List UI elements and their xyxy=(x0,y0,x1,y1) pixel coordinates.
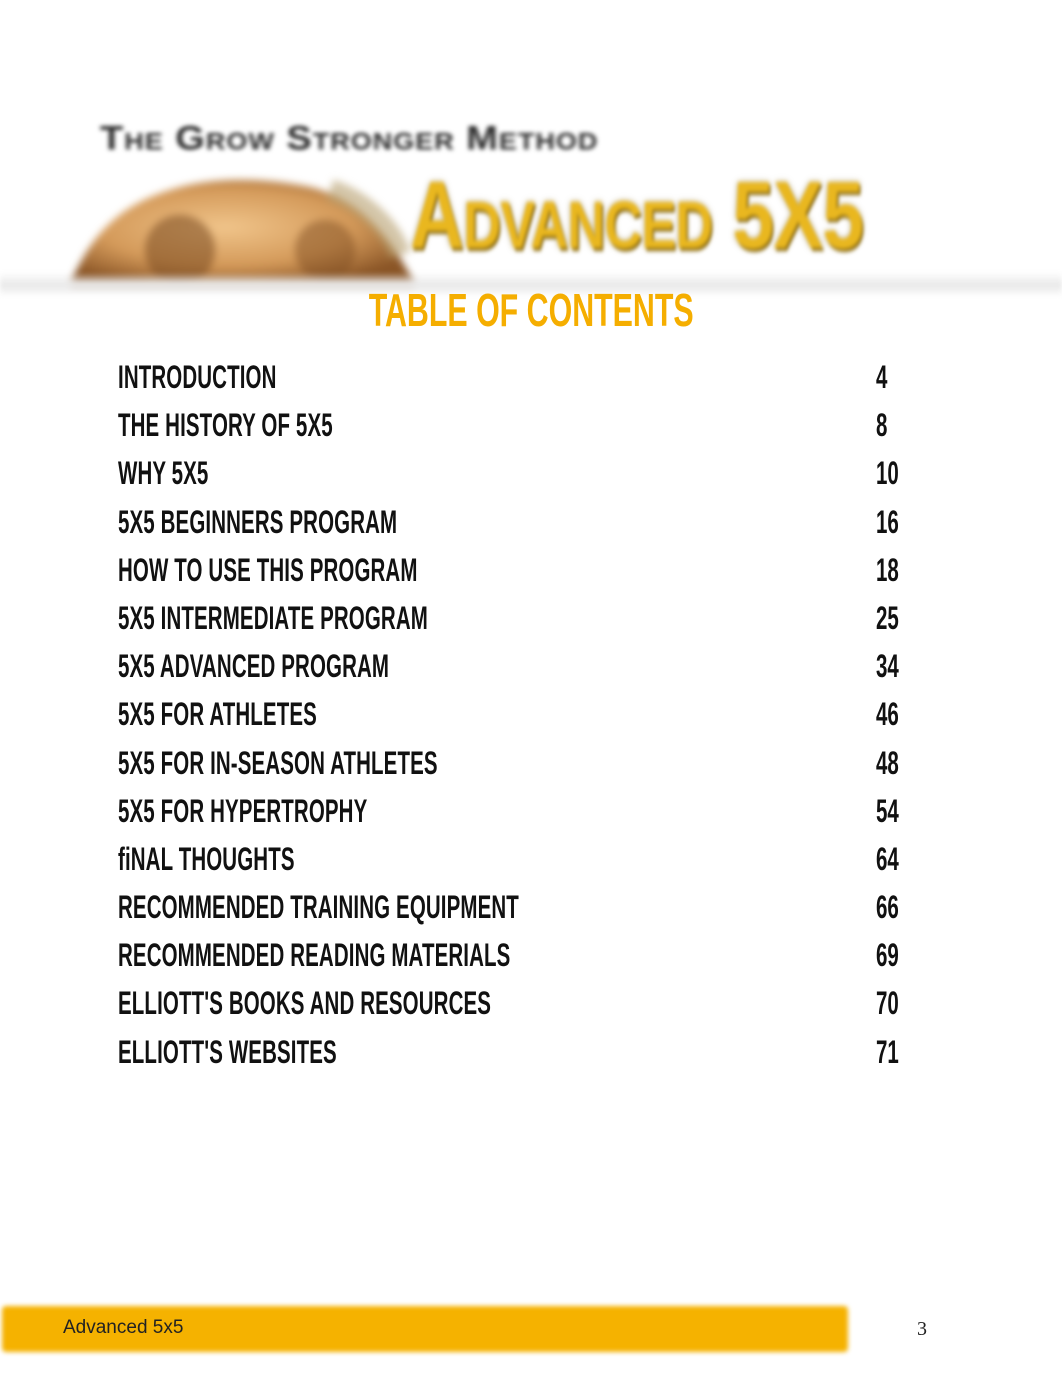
toc-entry[interactable]: THE HISTORY OF 5X5 8 xyxy=(118,406,918,454)
toc-entry-label: ELLIOTT'S BOOKS AND RESOURCES xyxy=(118,985,492,1022)
toc-entry-label: 5X5 ADVANCED PROGRAM xyxy=(118,648,390,685)
toc-entry[interactable]: RECOMMENDED TRAINING EQUIPMENT 66 xyxy=(118,888,918,936)
toc-entry[interactable]: 5X5 ADVANCED PROGRAM 34 xyxy=(118,647,918,695)
toc-entry-label: WHY 5X5 xyxy=(118,455,209,492)
toc-entry-label: ELLIOTT'S WEBSITES xyxy=(118,1033,337,1070)
toc-entry[interactable]: 5X5 INTERMEDIATE PROGRAM 25 xyxy=(118,599,918,647)
toc-entry[interactable]: INTRODUCTION 4 xyxy=(118,358,918,406)
toc-entry-page: 34 xyxy=(876,648,899,685)
toc-entry-page: 70 xyxy=(876,985,899,1022)
toc-entry-label: RECOMMENDED TRAINING EQUIPMENT xyxy=(118,889,519,926)
toc-list: INTRODUCTION 4 THE HISTORY OF 5X5 8 WHY 5X… xyxy=(118,358,918,1081)
toc-entry[interactable]: RECOMMENDED READING MATERIALS 69 xyxy=(118,936,918,984)
toc-entry[interactable]: fiNAL THOUGHTS 64 xyxy=(118,840,918,888)
toc-entry[interactable]: 5X5 FOR IN-SEASON ATHLETES 48 xyxy=(118,744,918,792)
toc-entry-label: 5X5 FOR IN-SEASON ATHLETES xyxy=(118,744,438,781)
toc-entry[interactable]: HOW TO USE THIS PROGRAM 18 xyxy=(118,551,918,599)
toc-entry-page: 8 xyxy=(876,407,888,444)
toc-entry-label: HOW TO USE THIS PROGRAM xyxy=(118,551,418,588)
toc-entry-label: THE HISTORY OF 5X5 xyxy=(118,407,333,444)
page-number: 3 xyxy=(917,1318,927,1340)
toc-entry-label: 5X5 BEGINNERS PROGRAM xyxy=(118,503,398,540)
header-banner: The Grow Stronger Method Advanced 5X5 xyxy=(0,50,1062,296)
toc-entry-page: 48 xyxy=(876,744,899,781)
toc-entry[interactable]: WHY 5X5 10 xyxy=(118,454,918,502)
toc-entry-page: 46 xyxy=(876,696,899,733)
toc-entry[interactable]: 5X5 FOR ATHLETES 46 xyxy=(118,695,918,743)
toc-entry-page: 64 xyxy=(876,840,899,877)
toc-entry-page: 18 xyxy=(876,551,899,588)
toc-heading-wrapper: TABLE OF CONTENTS xyxy=(0,284,1062,336)
toc-heading: TABLE OF CONTENTS xyxy=(368,284,694,336)
toc-entry[interactable]: 5X5 FOR HYPERTROPHY 54 xyxy=(118,792,918,840)
footer-title: Advanced 5x5 xyxy=(63,1317,184,1338)
toc-entry-label: fiNAL THOUGHTS xyxy=(118,840,295,877)
toc-entry[interactable]: 5X5 BEGINNERS PROGRAM 16 xyxy=(118,503,918,551)
toc-entry-label: 5X5 FOR HYPERTROPHY xyxy=(118,792,368,829)
toc-entry[interactable]: ELLIOTT'S WEBSITES 71 xyxy=(118,1033,918,1081)
toc-entry-page: 16 xyxy=(876,503,899,540)
toc-entry-page: 25 xyxy=(876,599,899,636)
toc-entry-page: 4 xyxy=(876,359,888,395)
toc-entry-page: 10 xyxy=(876,455,899,492)
toc-entry-label: RECOMMENDED READING MATERIALS xyxy=(118,937,511,974)
toc-entry-page: 71 xyxy=(876,1033,899,1070)
toc-entry-label: INTRODUCTION xyxy=(118,359,277,395)
toc-entry-page: 66 xyxy=(876,889,899,926)
toc-entry[interactable]: ELLIOTT'S BOOKS AND RESOURCES 70 xyxy=(118,984,918,1032)
banner-subtitle: The Grow Stronger Method xyxy=(100,120,599,158)
banner-title: Advanced 5X5 xyxy=(410,162,864,269)
toc-entry-label: 5X5 FOR ATHLETES xyxy=(118,696,317,733)
toc-entry-page: 69 xyxy=(876,937,899,974)
toc-entry-page: 54 xyxy=(876,792,899,829)
toc-entry-label: 5X5 INTERMEDIATE PROGRAM xyxy=(118,599,428,636)
